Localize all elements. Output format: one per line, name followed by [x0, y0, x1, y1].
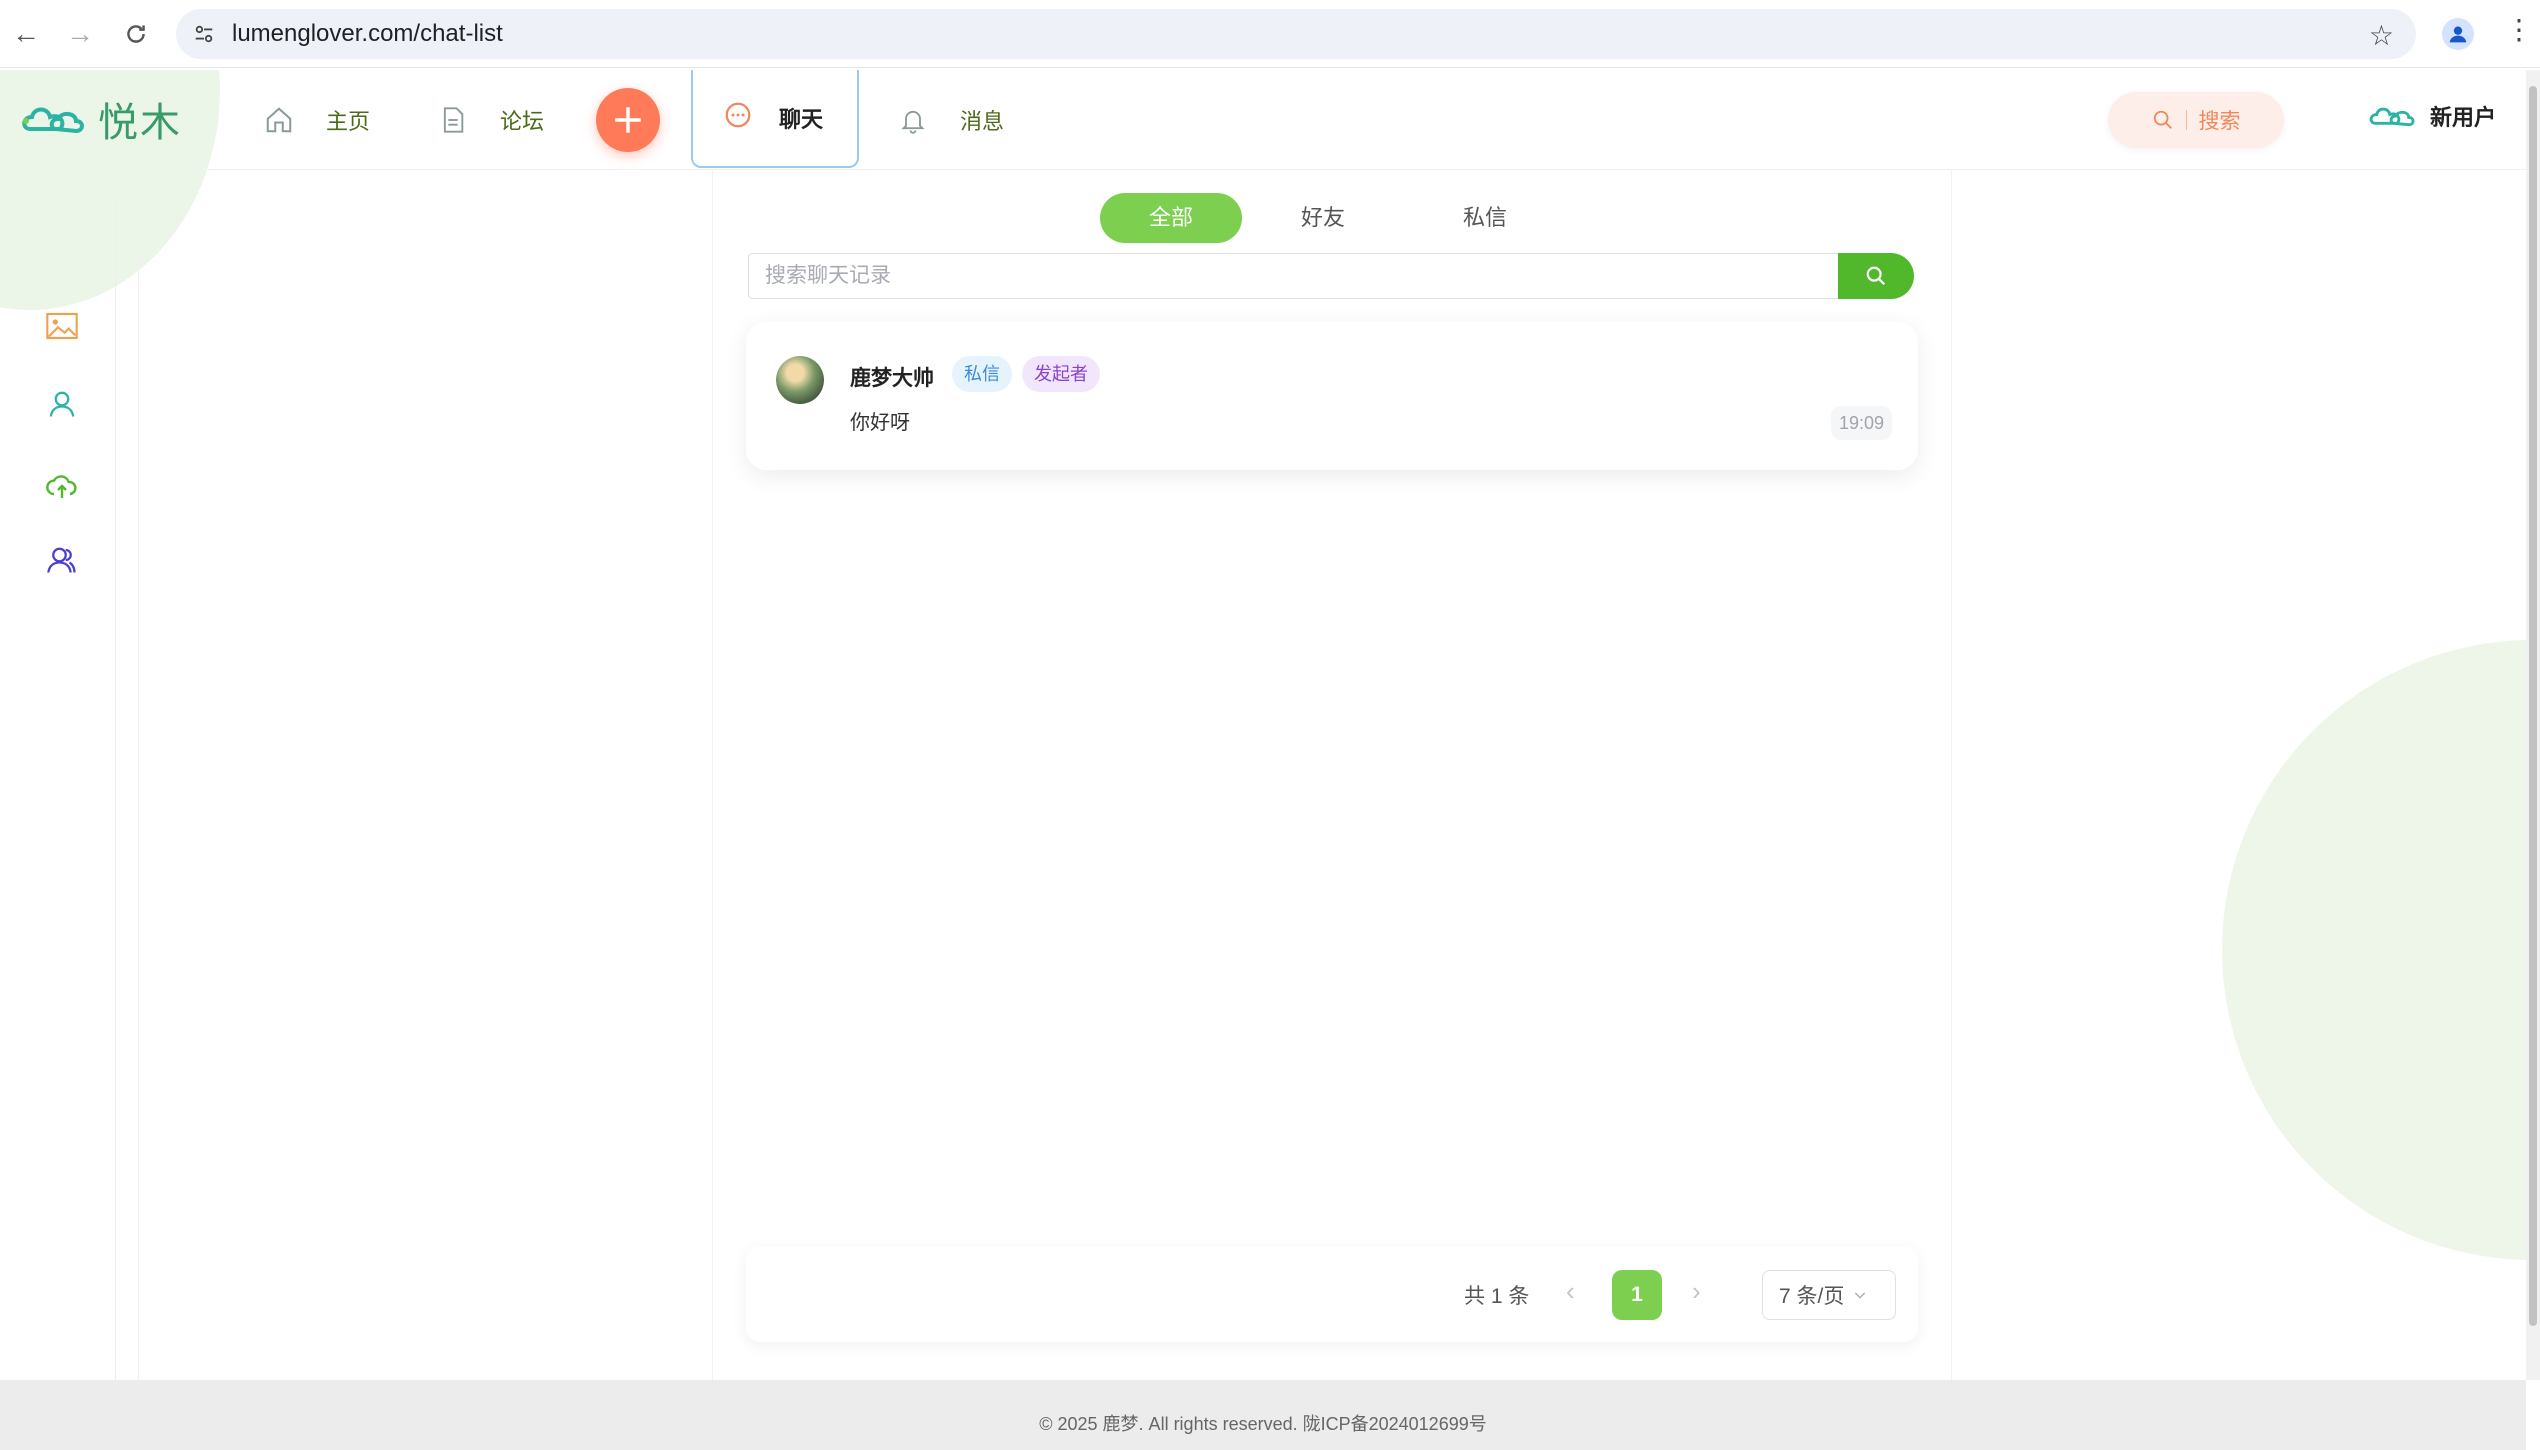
cloud-upload-icon[interactable] [44, 468, 80, 504]
users-icon[interactable] [44, 542, 80, 578]
chat-bubble-icon [723, 100, 753, 136]
nav-messages-label: 消息 [960, 109, 1005, 134]
reload-icon[interactable] [116, 14, 156, 54]
document-icon [436, 103, 470, 137]
header-search-button[interactable]: 搜索 [2108, 92, 2284, 148]
chevron-down-icon [1855, 1292, 1866, 1299]
logo[interactable]: 悦木 [20, 90, 182, 148]
chat-timestamp: 19:09 [1830, 406, 1892, 440]
chat-search-button[interactable] [1838, 253, 1914, 299]
site-info-icon[interactable] [190, 20, 218, 48]
address-bar[interactable]: lumenglover.com/chat-list ☆ [176, 9, 2416, 59]
chat-contact-name: 鹿梦大帅 [850, 367, 934, 390]
user-icon[interactable] [44, 386, 80, 422]
plus-icon [615, 107, 641, 133]
divider [138, 170, 139, 1380]
forward-icon[interactable]: → [60, 14, 100, 54]
create-post-button[interactable] [596, 88, 660, 152]
initiator-badge: 发起者 [1022, 356, 1100, 392]
search-icon [2153, 110, 2172, 129]
page-footer: © 2025 鹿梦. All rights reserved. 陇ICP备202… [0, 1380, 2526, 1450]
decorative-circle [2222, 640, 2526, 1260]
search-icon [1866, 266, 1886, 286]
user-avatar-icon [2369, 107, 2415, 127]
nav-chat[interactable]: 聊天 [691, 70, 859, 168]
nav-home[interactable]: 主页 [262, 100, 370, 140]
bell-icon [896, 103, 930, 137]
chat-search-input[interactable] [748, 253, 1838, 299]
page-size-value: 7 条/页 [1779, 1285, 1845, 1308]
nav-messages[interactable]: 消息 [896, 100, 1004, 140]
chevron-left-icon[interactable]: ‹ [1566, 1276, 1575, 1307]
back-icon[interactable]: ← [6, 14, 46, 54]
private-message-badge: 私信 [952, 356, 1012, 392]
bookmark-star-icon[interactable]: ☆ [2369, 19, 2394, 52]
nav-forum[interactable]: 论坛 [436, 100, 544, 140]
user-menu[interactable]: 新用户 [2368, 100, 2496, 132]
left-sidebar [0, 200, 116, 1380]
chevron-right-icon[interactable]: › [1692, 1276, 1701, 1307]
page-number[interactable]: 1 [1612, 1270, 1662, 1320]
chat-list-item[interactable]: 鹿梦大帅 私信 发起者 你好呀 19:09 [746, 322, 1918, 470]
home-icon [262, 103, 296, 137]
logo-text: 悦木 [98, 100, 182, 146]
cloud-logo-icon [22, 107, 84, 134]
browser-toolbar: ← → lumenglover.com/chat-list ☆ ⋮ [0, 0, 2540, 68]
divider [2185, 110, 2187, 130]
image-icon[interactable] [44, 308, 80, 344]
chat-last-message: 你好呀 [850, 412, 910, 434]
page: 悦木 主页 论坛 聊天 消息 搜索 新用户 全部 好友 私信 搜索聊天记录 鹿梦… [0, 70, 2526, 1380]
chat-search [748, 253, 1914, 299]
tab-private[interactable]: 私信 [1404, 193, 1566, 243]
nav-forum-label: 论坛 [500, 109, 545, 134]
pagination-total: 共 1 条 [1464, 1285, 1530, 1308]
profile-icon[interactable] [2442, 18, 2474, 50]
header-search-label: 搜索 [2198, 110, 2241, 133]
url-text[interactable]: lumenglover.com/chat-list [232, 20, 503, 48]
user-name: 新用户 [2430, 105, 2497, 130]
copyright-text: © 2025 鹿梦. All rights reserved. 陇ICP备202… [1039, 1414, 1487, 1434]
tab-all[interactable]: 全部 [1100, 193, 1242, 243]
page-size-select[interactable]: 7 条/页 [1762, 1270, 1896, 1320]
site-header: 悦木 主页 论坛 聊天 消息 搜索 新用户 [0, 70, 2526, 170]
browser-menu-icon[interactable]: ⋮ [2505, 16, 2533, 44]
nav-chat-label: 聊天 [779, 107, 824, 132]
filter-tabs: 全部 好友 私信 [1100, 193, 1566, 243]
tab-friends[interactable]: 好友 [1242, 193, 1404, 243]
scrollbar-thumb[interactable] [2529, 86, 2537, 1326]
pagination: 共 1 条 ‹ 1 › 7 条/页 [746, 1246, 1918, 1342]
avatar [776, 356, 824, 404]
nav-home-label: 主页 [326, 109, 371, 134]
